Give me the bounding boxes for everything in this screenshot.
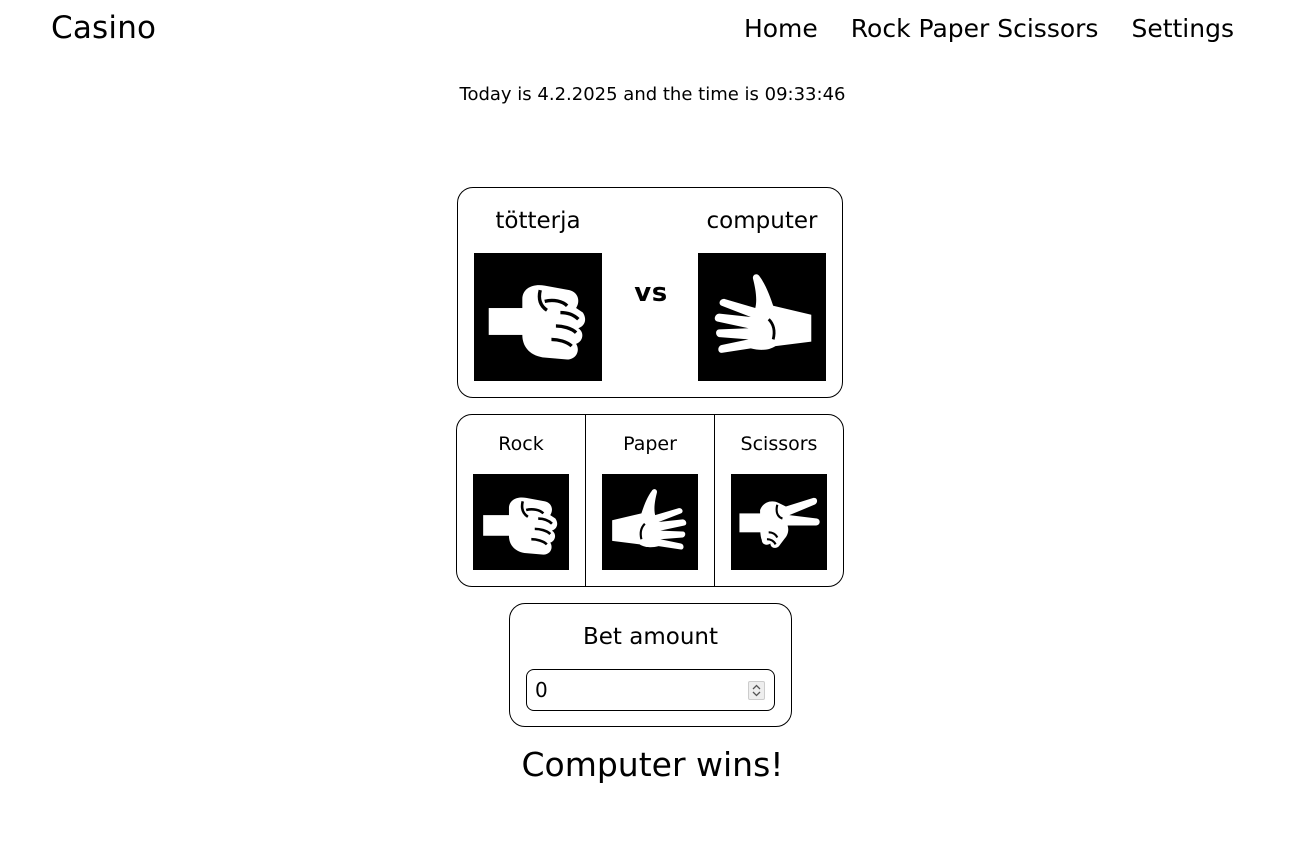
scissors-hand-icon (739, 497, 820, 548)
player-hand-image (474, 253, 602, 381)
nav-home[interactable]: Home (744, 14, 818, 43)
chevron-up-icon[interactable] (752, 684, 761, 690)
choice-panel: Rock Paper Scissors (456, 414, 844, 587)
choice-rock-image[interactable] (473, 474, 569, 570)
bet-amount-field[interactable] (526, 669, 775, 711)
choice-rock[interactable]: Rock (457, 415, 585, 586)
paper-hand-icon (612, 489, 687, 550)
choice-paper[interactable]: Paper (585, 415, 714, 586)
rock-hand-icon (483, 497, 558, 555)
bet-amount-input[interactable] (535, 670, 735, 710)
result-message: Computer wins! (521, 745, 784, 784)
chevron-down-icon[interactable] (752, 691, 761, 697)
paper-hand-icon (714, 274, 812, 353)
brand-logo: Casino (51, 10, 157, 46)
choice-paper-label: Paper (623, 433, 677, 455)
choice-rock-label: Rock (498, 433, 544, 455)
opponent-hand-image (698, 253, 826, 381)
nav-rock-paper-scissors[interactable]: Rock Paper Scissors (851, 14, 1099, 43)
bet-amount-label: Bet amount (582, 624, 718, 650)
player-name: tötterja (495, 208, 581, 234)
choice-scissors[interactable]: Scissors (714, 415, 843, 586)
choice-paper-image[interactable] (602, 474, 698, 570)
choice-scissors-image[interactable] (731, 474, 827, 570)
datetime-text: Today is 4.2.2025 and the time is 09:33:… (459, 84, 846, 105)
match-panel: tötterja computer vs (457, 187, 843, 398)
main-nav: Home Rock Paper Scissors Settings (744, 14, 1234, 43)
bet-panel: Bet amount (509, 603, 792, 727)
choice-scissors-label: Scissors (740, 433, 818, 455)
bet-amount-stepper[interactable] (748, 681, 765, 700)
nav-settings[interactable]: Settings (1131, 14, 1234, 43)
opponent-name: computer (706, 208, 818, 234)
